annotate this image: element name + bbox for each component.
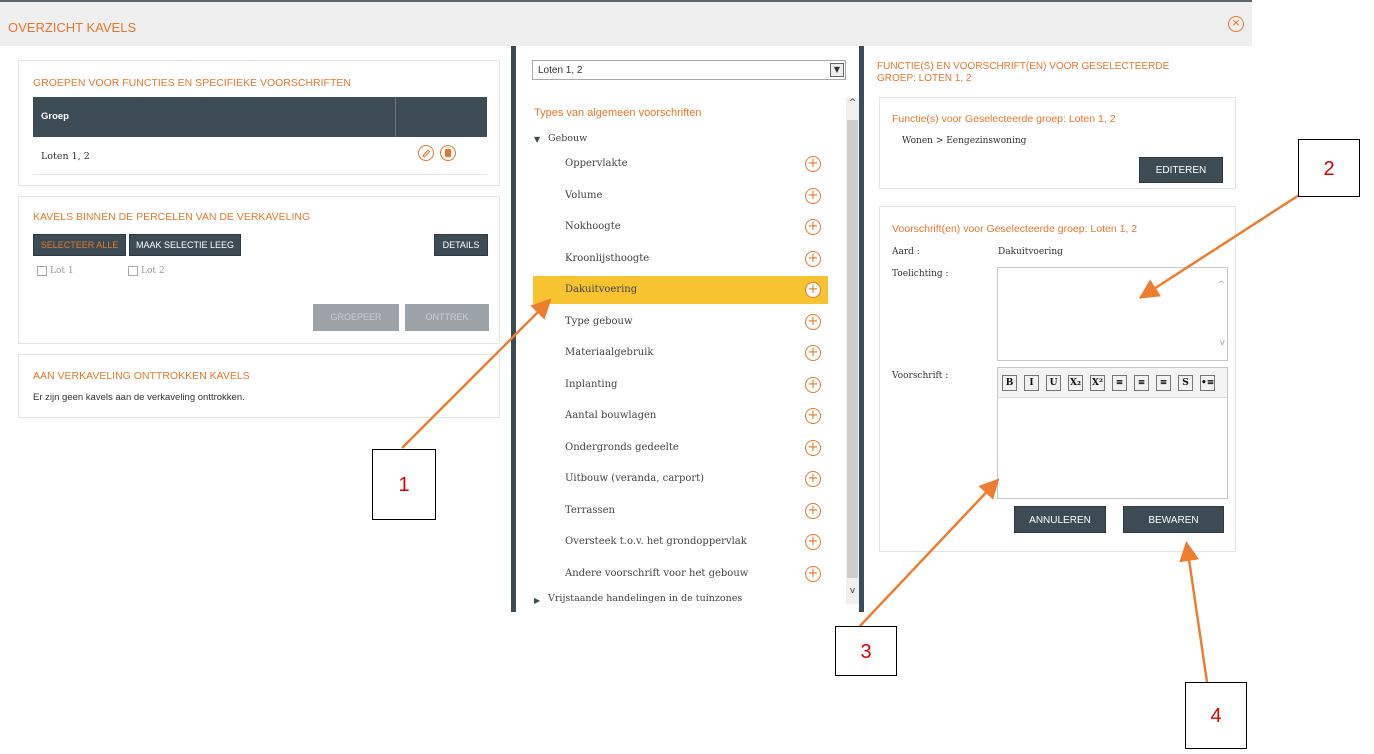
arrow-3 (859, 478, 1000, 627)
annotation-4: 4 (1185, 682, 1247, 749)
arrow-1 (401, 298, 552, 449)
annotation-arrows (401, 186, 1311, 683)
annotation-2: 2 (1298, 139, 1360, 197)
annotation-1: 1 (372, 449, 436, 520)
arrow-4 (1179, 541, 1209, 683)
annotation-3: 3 (835, 626, 897, 676)
arrow-2 (1138, 186, 1311, 299)
